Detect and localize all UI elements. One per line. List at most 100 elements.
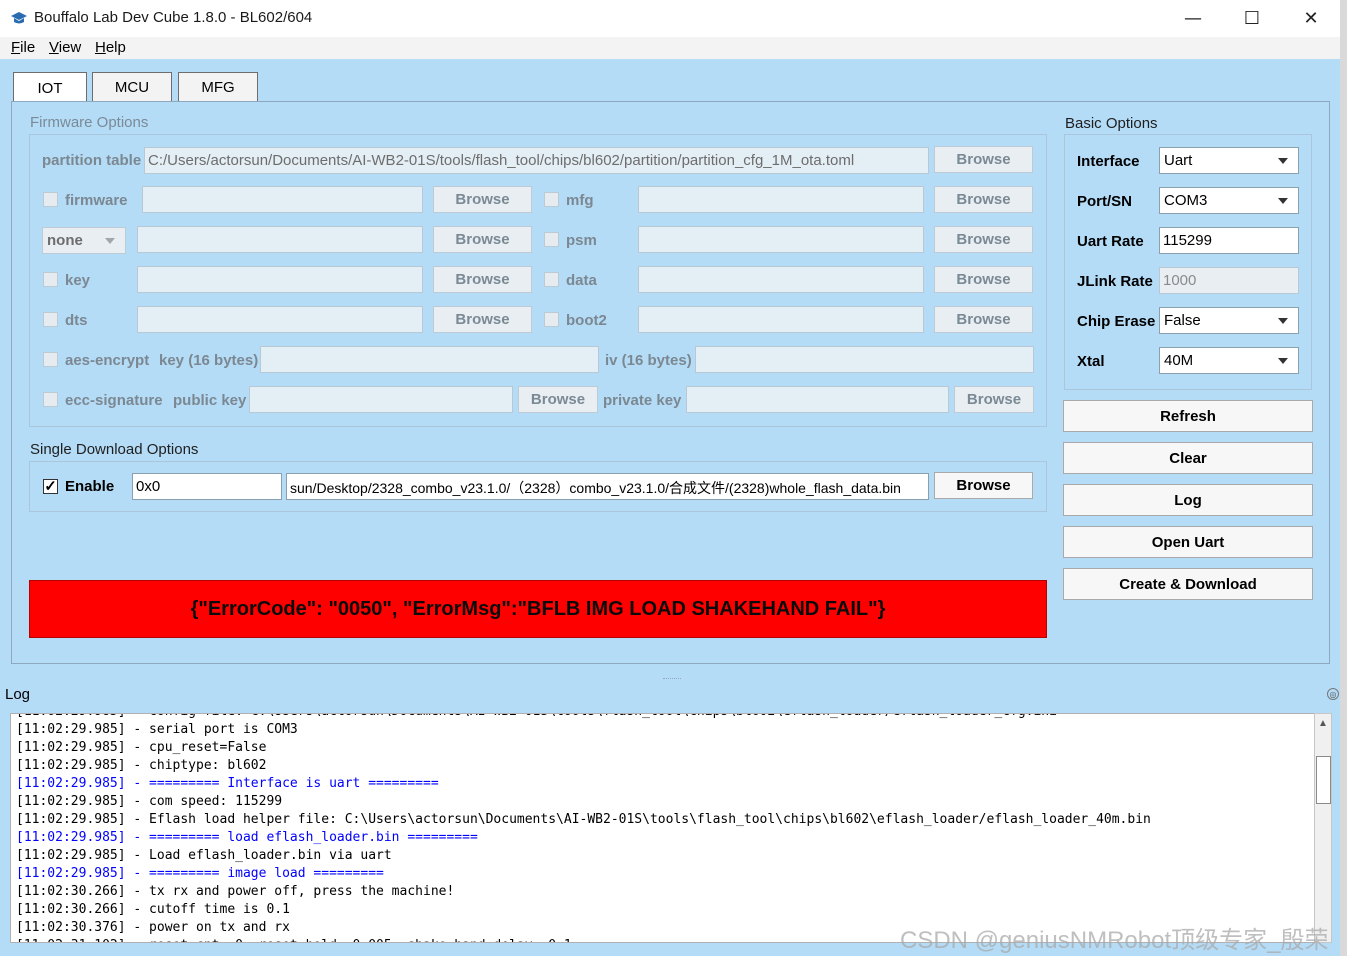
none-browse-button[interactable]: Browse	[433, 226, 532, 253]
minimize-icon: —	[1184, 8, 1202, 29]
minimize-button[interactable]: —	[1170, 0, 1216, 37]
dts-input[interactable]	[137, 306, 423, 333]
aes-encrypt-label: aes-encrypt	[65, 352, 150, 369]
jlink-rate-input[interactable]: 1000	[1159, 267, 1299, 294]
boot2-label: boot2	[566, 312, 607, 329]
data-input[interactable]	[638, 266, 924, 293]
chevron-down-icon	[1278, 158, 1288, 164]
log-line: [11:02:30.266] - tx rx and power off, pr…	[16, 884, 455, 899]
key-checkbox[interactable]	[43, 272, 58, 287]
aes-iv-input[interactable]	[695, 346, 1034, 373]
uart-rate-input[interactable]: 115299	[1159, 227, 1299, 254]
private-key-input[interactable]	[686, 386, 949, 413]
aes-key-label: key (16 bytes)	[159, 352, 259, 369]
firmware-checkbox[interactable]	[43, 192, 58, 207]
log-line: [11:02:29.985] - serial port is COM3	[16, 722, 298, 737]
basic-options-title: Basic Options	[1065, 115, 1158, 132]
dts-label: dts	[65, 312, 88, 329]
mfg-label: mfg	[566, 192, 594, 209]
log-dock-title: Log	[5, 686, 31, 703]
close-button[interactable]: ✕	[1288, 0, 1334, 37]
xtal-select[interactable]: 40M	[1159, 347, 1299, 374]
key-browse-button[interactable]: Browse	[433, 266, 532, 293]
interface-label: Interface	[1077, 153, 1140, 170]
chevron-down-icon	[1278, 318, 1288, 324]
xtal-label: Xtal	[1077, 353, 1105, 370]
log-output[interactable]: [11:02:29.985] - config file: C:\Users\a…	[10, 713, 1316, 943]
firmware-input[interactable]	[142, 186, 423, 213]
firmware-browse-button[interactable]: Browse	[433, 186, 532, 213]
mfg-browse-button[interactable]: Browse	[934, 186, 1033, 213]
dock-float-icon[interactable]: ◎	[1327, 688, 1339, 700]
psm-browse-button[interactable]: Browse	[934, 226, 1033, 253]
maximize-button[interactable]: ☐	[1229, 0, 1275, 37]
refresh-button[interactable]: Refresh	[1063, 400, 1313, 432]
private-key-browse-button[interactable]: Browse	[954, 386, 1034, 413]
port-select[interactable]: COM3	[1159, 187, 1299, 214]
ecc-signature-checkbox[interactable]	[43, 392, 58, 407]
log-line: [11:02:30.266] - cutoff time is 0.1	[16, 902, 290, 917]
menu-help[interactable]: Help	[95, 39, 126, 56]
chevron-down-icon	[105, 238, 115, 244]
jlink-rate-label: JLink Rate	[1077, 273, 1153, 290]
chip-erase-select[interactable]: False	[1159, 307, 1299, 334]
panel-splitter[interactable]	[663, 678, 681, 682]
data-browse-button[interactable]: Browse	[934, 266, 1033, 293]
firmware-label: firmware	[65, 192, 128, 209]
chevron-down-icon	[1278, 198, 1288, 204]
dts-browse-button[interactable]: Browse	[433, 306, 532, 333]
public-key-input[interactable]	[249, 386, 513, 413]
psm-checkbox[interactable]	[544, 232, 559, 247]
scroll-up-icon[interactable]: ▲	[1315, 714, 1331, 732]
log-line: [11:02:31.102] - reset cnt: 0, reset hol…	[16, 938, 572, 942]
scroll-thumb[interactable]	[1316, 756, 1331, 804]
single-browse-button[interactable]: Browse	[934, 472, 1033, 499]
enable-checkbox[interactable]: ✓	[43, 479, 58, 494]
create-download-button[interactable]: Create & Download	[1063, 568, 1313, 600]
aes-key-input[interactable]	[260, 346, 599, 373]
boot2-checkbox[interactable]	[544, 312, 559, 327]
boot2-browse-button[interactable]: Browse	[934, 306, 1033, 333]
tab-mfg[interactable]: MFG	[178, 72, 258, 102]
window-title: Bouffalo Lab Dev Cube 1.8.0 - BL602/604	[34, 9, 313, 26]
key-input[interactable]	[137, 266, 423, 293]
chevron-down-icon	[1278, 358, 1288, 364]
partition-table-input[interactable]: C:/Users/actorsun/Documents/AI-WB2-01S/t…	[144, 147, 929, 174]
partition-browse-button[interactable]: Browse	[934, 146, 1033, 173]
log-button[interactable]: Log	[1063, 484, 1313, 516]
partition-table-label: partition table	[42, 152, 142, 169]
dts-checkbox[interactable]	[43, 312, 58, 327]
private-key-label: private key	[603, 392, 682, 409]
log-line: [11:02:29.985] - com speed: 115299	[16, 794, 283, 809]
open-uart-button[interactable]: Open Uart	[1063, 526, 1313, 558]
menu-bar: File View Help	[0, 37, 1340, 59]
menu-view[interactable]: View	[49, 39, 81, 56]
port-sn-label: Port/SN	[1077, 193, 1133, 210]
log-scrollbar[interactable]: ▲	[1314, 713, 1332, 943]
boot2-input[interactable]	[638, 306, 924, 333]
error-status-banner: {"ErrorCode": "0050", "ErrorMsg":"BFLB I…	[29, 580, 1047, 638]
data-checkbox[interactable]	[544, 272, 559, 287]
log-line: [11:02:29.985] - Eflash load helper file…	[16, 812, 1151, 827]
image-type-select[interactable]: none	[42, 227, 126, 254]
log-line: [11:02:29.985] - Load eflash_loader.bin …	[16, 848, 392, 863]
aes-encrypt-checkbox[interactable]	[43, 352, 58, 367]
psm-input[interactable]	[638, 226, 924, 253]
mfg-input[interactable]	[638, 186, 924, 213]
menu-file[interactable]: File	[11, 39, 35, 56]
log-line: [11:02:29.985] - config file: C:\Users\a…	[16, 714, 1057, 719]
none-image-input[interactable]	[137, 226, 423, 253]
mfg-checkbox[interactable]	[544, 192, 559, 207]
interface-select[interactable]: Uart	[1159, 147, 1299, 174]
log-line: [11:02:30.376] - power on tx and rx	[16, 920, 290, 935]
address-input[interactable]: 0x0	[132, 473, 282, 500]
tab-iot[interactable]: IOT	[13, 72, 87, 103]
title-bar: Bouffalo Lab Dev Cube 1.8.0 - BL602/604 …	[0, 0, 1340, 37]
public-key-browse-button[interactable]: Browse	[518, 386, 598, 413]
aes-iv-label: iv (16 bytes)	[605, 352, 692, 369]
tab-mcu[interactable]: MCU	[92, 72, 172, 102]
psm-label: psm	[566, 232, 597, 249]
clear-button[interactable]: Clear	[1063, 442, 1313, 474]
data-label: data	[566, 272, 597, 289]
single-file-input[interactable]: sun/Desktop/2328_combo_v23.1.0/（2328）com…	[286, 473, 929, 500]
